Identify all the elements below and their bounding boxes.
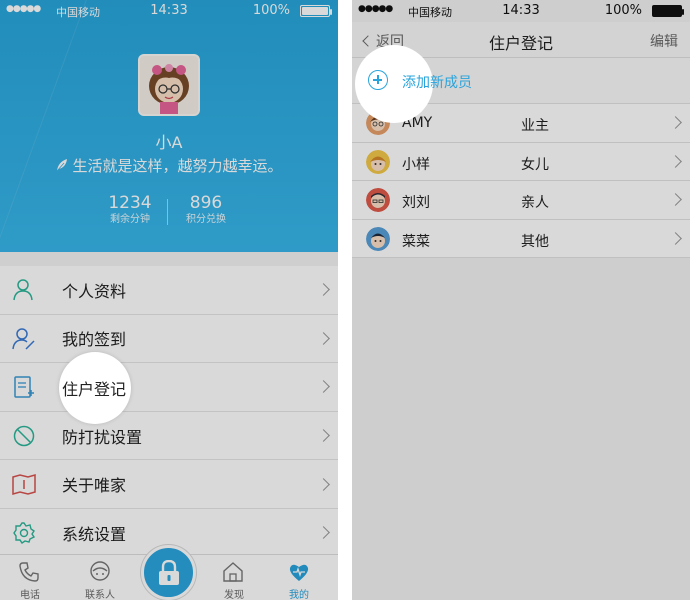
person-icon [13, 279, 33, 301]
tab-contacts[interactable]: 联系人 [70, 555, 130, 600]
avatar [366, 149, 390, 174]
member-role: 女儿 [521, 156, 549, 173]
chevron-right-icon [669, 231, 682, 245]
cartoon-girl-avatar-icon [140, 56, 198, 114]
house-icon [223, 562, 243, 582]
register-icon [14, 376, 34, 398]
menu-label: 防打扰设置 [62, 427, 143, 447]
chevron-right-icon [317, 283, 330, 297]
menu-label: 系统设置 [62, 524, 127, 544]
leaf-icon [57, 159, 68, 172]
settings-menu: 个人资料 我的签到 住户登记 [0, 266, 338, 558]
menu-label: 关于唯家 [62, 476, 127, 496]
chevron-right-icon [317, 332, 330, 345]
chevron-right-icon [317, 380, 330, 394]
member-role: 业主 [521, 118, 549, 134]
menu-item-checkin[interactable]: 我的签到 [0, 315, 338, 364]
tab-label: 我的 [289, 590, 309, 600]
member-list: AMY 业主 小样 女儿 刘刘 亲人 菜菜 其他 [352, 104, 690, 258]
add-member-button[interactable]: 添加新成员 [402, 72, 472, 92]
tab-label: 电话 [20, 590, 40, 600]
battery-percent: 100% [252, 3, 290, 18]
stat-minutes-label: 剩余分钟 [110, 214, 150, 225]
chevron-right-icon [317, 429, 330, 442]
tab-phone[interactable]: 电话 [0, 555, 60, 600]
member-name: 菜菜 [402, 233, 430, 250]
list-item[interactable]: 小样 女儿 [352, 143, 690, 181]
stat-minutes-value: 1234 [108, 193, 152, 213]
profile-screen: ●●●●● 中国移动 14:33 100% 小A 生活就是这样，越努力越幸运。 … [0, 0, 338, 600]
phone-icon [19, 562, 39, 582]
member-name: 刘刘 [402, 195, 430, 211]
chevron-right-icon [669, 154, 682, 168]
battery-icon [652, 5, 684, 17]
menu-item-profile[interactable]: 个人资料 [0, 266, 338, 315]
chevron-right-icon [669, 116, 682, 129]
member-role: 其他 [521, 233, 549, 250]
tab-label: 联系人 [85, 590, 115, 600]
menu-item-register[interactable]: 住户登记 [0, 363, 338, 412]
stat-minutes[interactable]: 1234 剩余分钟 [90, 193, 170, 227]
plus-icon[interactable] [368, 70, 388, 90]
menu-item-no-disturb[interactable]: 防打扰设置 [0, 412, 338, 461]
battery-percent: 100% [604, 3, 642, 18]
chevron-right-icon [317, 526, 330, 540]
contacts-icon [90, 561, 110, 581]
avatar [366, 188, 390, 212]
chevron-right-icon [317, 477, 330, 491]
heart-icon [289, 564, 309, 581]
edit-button[interactable]: 编辑 [650, 31, 678, 51]
avatar [366, 226, 390, 251]
gear-icon [13, 522, 36, 544]
highlighted-menu-label[interactable]: 住户登记 [62, 376, 126, 400]
checkin-icon [12, 327, 35, 350]
motto-text: 生活就是这样，越努力越幸运。 [72, 157, 283, 175]
member-role: 亲人 [521, 195, 549, 211]
menu-item-about[interactable]: 关于唯家 [0, 460, 338, 509]
stat-points-label: 积分兑换 [186, 214, 226, 225]
lock-icon [159, 560, 179, 585]
list-item[interactable]: 菜菜 其他 [352, 220, 690, 258]
profile-header: ●●●●● 中国移动 14:33 100% 小A 生活就是这样，越努力越幸运。 … [0, 0, 338, 252]
stat-points[interactable]: 896 积分兑换 [166, 193, 246, 227]
tab-discover[interactable]: 发现 [204, 555, 264, 600]
member-name: 小样 [402, 156, 430, 173]
chevron-right-icon [669, 193, 682, 206]
register-screen: ●●●●● 中国移动 14:33 100% 返回 住户登记 编辑 AMY 业主 [352, 0, 690, 600]
user-motto: 生活就是这样，越努力越幸运。 [0, 155, 338, 176]
about-icon [12, 474, 36, 496]
battery-icon [300, 5, 332, 17]
tab-label: 发现 [224, 590, 244, 600]
tab-mine[interactable]: 我的 [269, 555, 329, 600]
no-disturb-icon [13, 425, 35, 447]
avatar[interactable] [138, 54, 200, 116]
menu-label: 我的签到 [62, 330, 127, 350]
status-bar: ●●●●● 中国移动 14:33 100% [0, 0, 338, 22]
unlock-button[interactable] [141, 545, 196, 600]
menu-label: 个人资料 [62, 281, 127, 301]
status-bar: ●●●●● 中国移动 14:33 100% [352, 0, 690, 22]
stat-points-value: 896 [189, 193, 223, 213]
user-name: 小A [155, 133, 183, 152]
list-item[interactable]: 刘刘 亲人 [352, 181, 690, 220]
